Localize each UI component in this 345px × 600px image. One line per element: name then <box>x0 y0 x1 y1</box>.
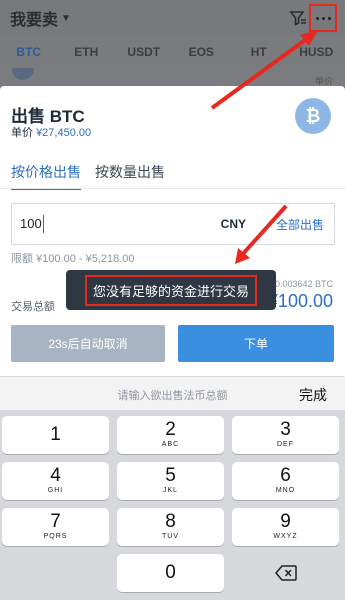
key-digit: 0 <box>165 562 176 583</box>
keyboard-toolbar: 请输入欲出售法币总额 完成 <box>0 376 345 410</box>
key-digit: 9 <box>280 511 291 532</box>
page-title-dropdown[interactable]: 我要卖 ▼ <box>10 6 71 30</box>
key-digit: 2 <box>165 419 176 440</box>
total-btc: 0.003642 BTC <box>274 279 333 289</box>
unit-price: 单价 ¥27,450.00 <box>11 124 91 140</box>
done-button[interactable]: 完成 <box>299 385 327 405</box>
key-letters: GHI <box>47 487 64 494</box>
tab-sell-by-quantity[interactable]: 按数量出售 <box>95 162 165 190</box>
auto-cancel-button[interactable]: 23s后自动取消 <box>11 325 165 362</box>
key-digit: 3 <box>280 419 291 440</box>
key-digit: 6 <box>280 465 291 486</box>
total-value: ¥100.00 <box>267 291 333 311</box>
keyboard-hint: 请输入欲出售法币总额 <box>117 390 228 402</box>
key-5[interactable]: 5 JKL <box>117 462 224 500</box>
key-letters: DEF <box>277 441 294 448</box>
key-3[interactable]: 3 DEF <box>232 416 339 454</box>
place-order-button[interactable]: 下单 <box>178 325 334 362</box>
key-letters: WXYZ <box>273 533 298 540</box>
key-6[interactable]: 6 MNO <box>232 462 339 500</box>
amount-value: 100 <box>20 216 42 231</box>
toast-message: 您没有足够的资金进行交易 <box>84 274 257 306</box>
unit-price-value: ¥27,450.00 <box>36 127 92 139</box>
coin-tabs: BTC ETH USDT EOS HT HUSD <box>0 36 345 68</box>
page-title: 我要卖 <box>10 12 59 29</box>
key-digit: 4 <box>50 465 61 486</box>
behind-list: 单价 <box>0 68 345 86</box>
key-digit: 1 <box>50 424 61 445</box>
tab-usdt[interactable]: USDT <box>115 45 173 59</box>
tab-sell-by-price[interactable]: 按价格出售 <box>11 162 81 190</box>
amount-input[interactable]: 100 CNY 全部出售 <box>11 203 335 245</box>
key-letters: MNO <box>275 487 296 494</box>
text-cursor <box>43 215 44 233</box>
key-1[interactable]: 1 <box>2 416 109 454</box>
tab-btc[interactable]: BTC <box>0 45 58 59</box>
bitcoin-icon: ₿ <box>295 98 331 134</box>
toast: 您没有足够的资金进行交易 <box>66 270 276 310</box>
tab-eos[interactable]: EOS <box>173 45 231 59</box>
sell-mode-tabs: 按价格出售 按数量出售 <box>11 162 165 190</box>
key-letters: ABC <box>161 441 180 448</box>
chevron-down-icon: ▼ <box>61 12 71 24</box>
numeric-keyboard: 1 2 ABC 3 DEF 4 GHI 5 JKL 6 MNO 7 PQRS 8… <box>0 410 345 600</box>
currency-label: CNY <box>220 217 246 231</box>
key-2[interactable]: 2 ABC <box>117 416 224 454</box>
merchant-avatar <box>12 68 34 80</box>
tab-husd[interactable]: HUSD <box>288 45 345 59</box>
key-7[interactable]: 7 PQRS <box>2 508 109 546</box>
key-digit: 7 <box>50 511 61 532</box>
key-letters: JKL <box>162 487 179 494</box>
sell-all-button[interactable]: 全部出售 <box>276 216 324 233</box>
unit-price-label: 单价 <box>11 127 33 139</box>
divider <box>0 188 345 189</box>
key-digit: 8 <box>165 511 176 532</box>
key-letters: TUV <box>162 533 179 540</box>
filter-icon[interactable] <box>289 9 307 27</box>
limit-text: 限额 ¥100.00 - ¥5,218.00 <box>11 253 135 265</box>
backspace-icon[interactable] <box>232 554 339 592</box>
key-8[interactable]: 8 TUV <box>117 508 224 546</box>
key-letters: PQRS <box>43 533 68 540</box>
tab-ht[interactable]: HT <box>230 45 288 59</box>
total-label: 交易总额 <box>11 301 55 313</box>
tab-eth[interactable]: ETH <box>58 45 116 59</box>
more-icon[interactable] <box>309 4 337 32</box>
key-4[interactable]: 4 GHI <box>2 462 109 500</box>
top-bar: 我要卖 ▼ <box>0 0 345 36</box>
key-0[interactable]: 0 <box>117 554 224 592</box>
key-9[interactable]: 9 WXYZ <box>232 508 339 546</box>
key-digit: 5 <box>165 465 176 486</box>
